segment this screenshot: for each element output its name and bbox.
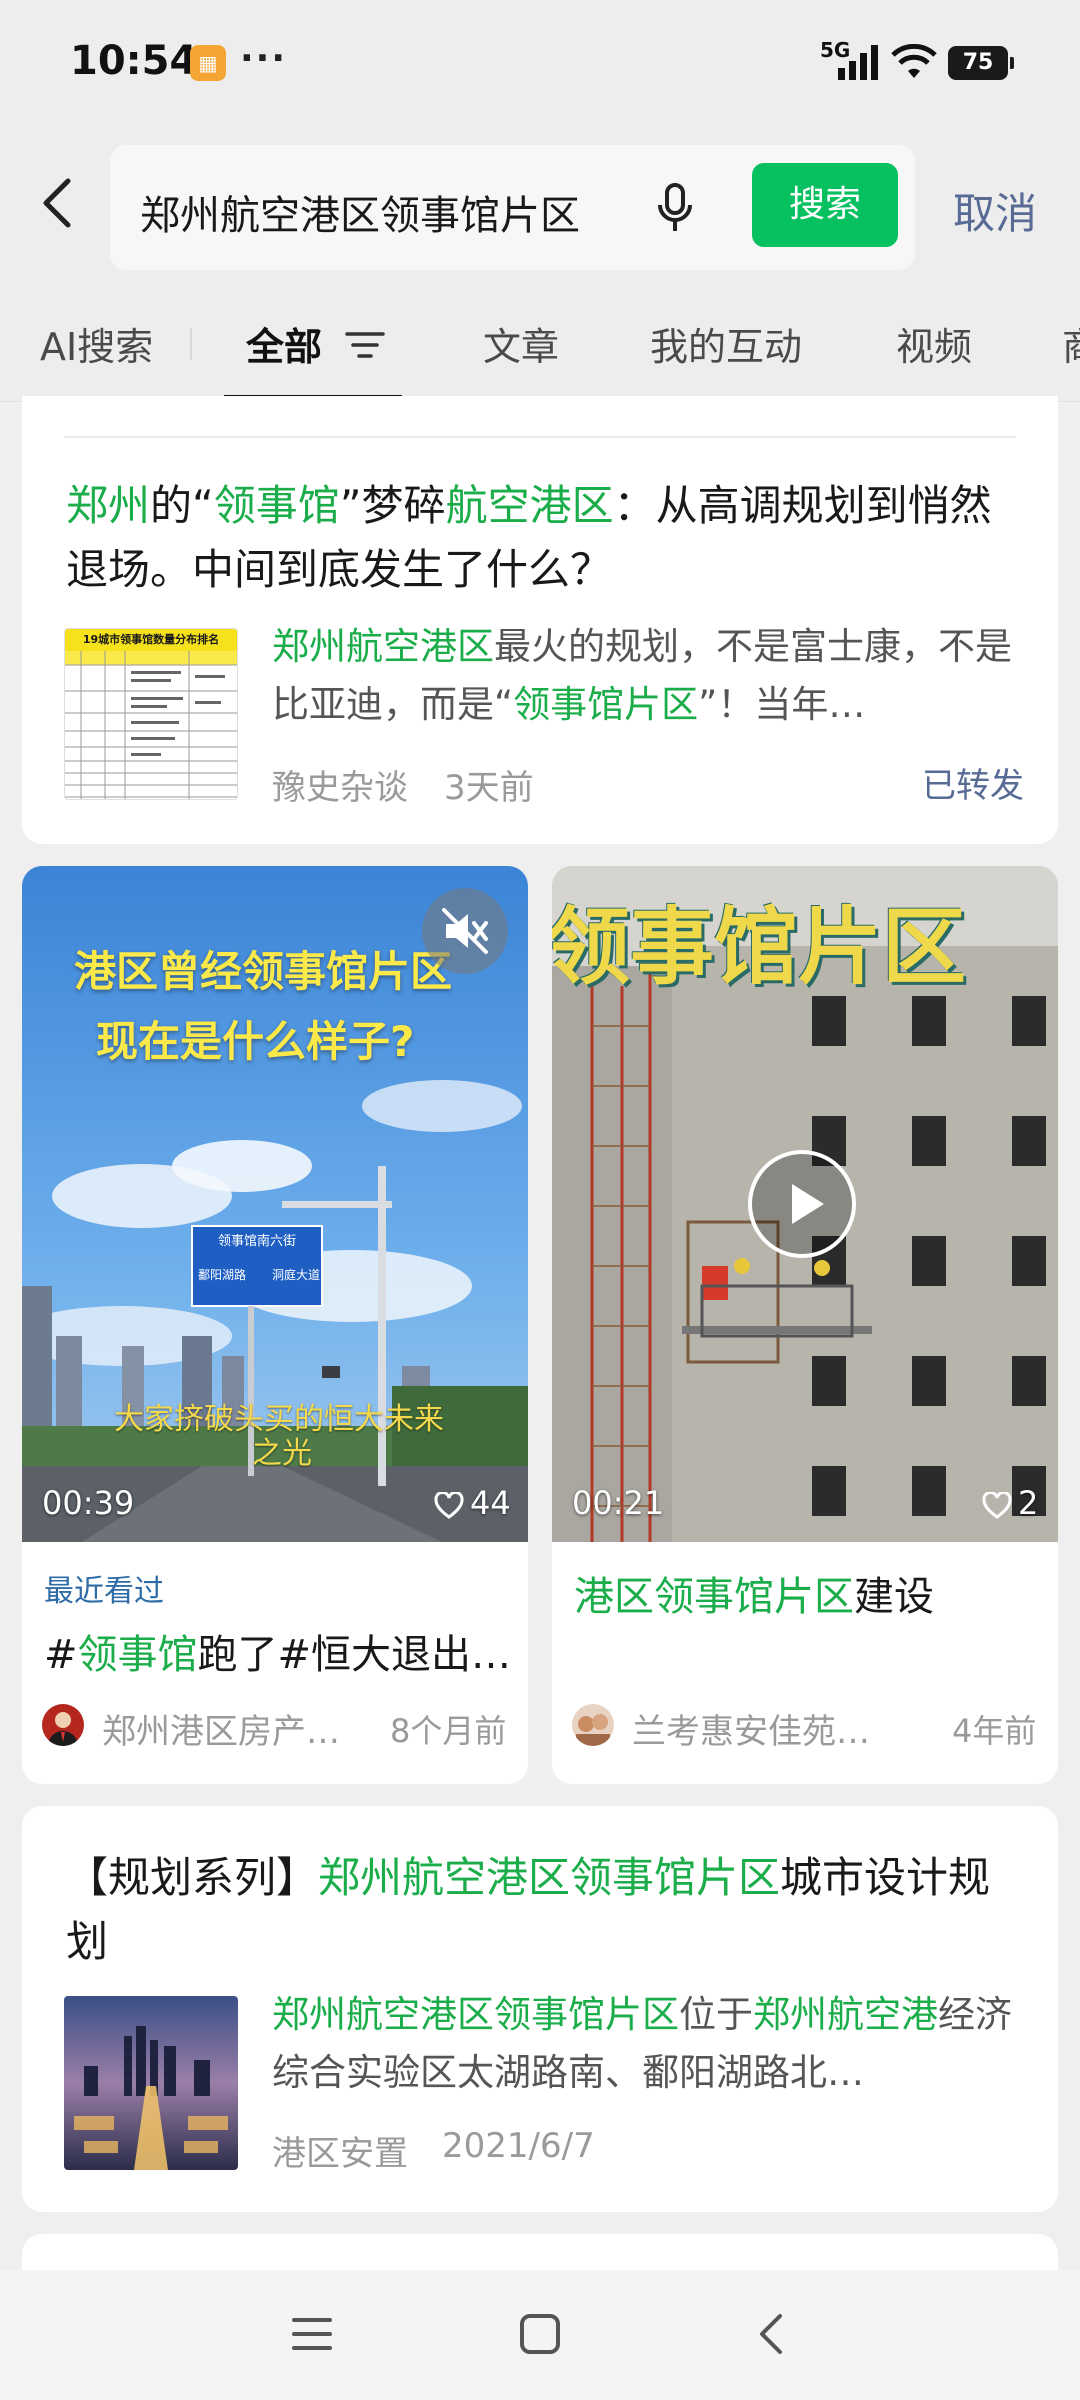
video-sign-right: 洞庭大道 [272,1268,321,1282]
article-card[interactable]: 郑州的“领事馆”梦碎航空港区：从高调规划到悄然退场。中间到底发生了什么？ 19城… [22,396,1058,844]
status-time: 10:54 [70,38,198,84]
avatar-portrait [576,1714,610,1746]
title-highlight: 郑州 [66,481,151,530]
recently-viewed-tag: 最近看过 [44,1574,164,1609]
video-overlay-line1: 港区曾经领事馆片区 [74,947,453,996]
article-card[interactable]: 【规划系列】郑州航空港区领事馆片区城市设计规划 郑州航空港区领事馆片区位于郑州航… [22,1806,1058,2212]
video-thumbnail[interactable]: 领事馆南六街 鄱阳湖路 洞庭大道 港区曾经领事馆片区 现在是什么样子? 大家挤破… [22,866,528,1542]
video-author[interactable]: 郑州港区房产… [102,1704,340,1753]
article-time: 2021/6/7 [442,2126,595,2166]
play-icon [792,1184,824,1224]
article-snippet: 郑州航空港区领事馆片区位于郑州航空港经济综合实验区太湖路南、鄱阳湖路北… [272,1986,1022,2102]
status-bar: 10:54 ▦ ··· 5G 75 [0,0,1080,125]
video-title[interactable]: #领事馆跑了#恒大退出… [44,1622,511,1680]
snippet-highlight: 郑州航空港区 [272,625,494,668]
title-highlight: 领事馆 [213,481,340,530]
title-highlight: 港区领事馆片区 [574,1574,854,1620]
forwarded-status: 已转发 [922,766,1024,806]
video-duration: 00:39 [42,1484,135,1522]
tab-videos[interactable]: 视频 [896,316,972,371]
category-tabs: AI搜索 全部 文章 我的互动 视频 商 [0,280,1080,402]
tab-ai-search[interactable]: AI搜索 [40,316,153,371]
snippet-highlight: 郑州航空港区领事馆片区 [272,1993,679,2036]
signal-icon [838,45,878,80]
article-source: 港区安置 [272,2134,408,2174]
video-duration: 00:21 [572,1484,665,1522]
article-time: 3天前 [444,768,534,808]
city-rendering-image [64,1996,238,2170]
video-sign-left: 鄱阳湖路 [198,1268,247,1282]
snippet-highlight: 领事馆片区 [513,683,699,726]
muted-speaker-icon [442,908,488,954]
article-snippet: 郑州航空港区最火的规划，不是富士康，不是比亚迪，而是“领事馆片区”！当年… [272,618,1012,734]
heart-icon [434,1492,464,1519]
tab-articles[interactable]: 文章 [483,316,559,371]
video-card[interactable]: 领事馆片区 00:21 2 港区领事馆片区建设 兰考惠安佳苑… 4年前 [552,866,1058,1784]
title-text: ”梦碎 [339,481,446,530]
search-query-text[interactable]: 郑州航空港区领事馆片区 [140,183,670,241]
home-icon[interactable] [518,2312,562,2356]
title-highlight: 航空港区 [445,481,614,530]
video-card[interactable]: 领事馆南六街 鄱阳湖路 洞庭大道 港区曾经领事馆片区 现在是什么样子? 大家挤破… [22,866,528,1784]
video-likes: 2 [1018,1484,1039,1522]
video-subtitle-line2: 之光 [252,1436,312,1471]
back-arrow-icon[interactable] [34,173,84,233]
microphone-icon[interactable] [655,183,695,233]
thumbnail-table-lines [65,651,237,799]
title-text: 建设 [854,1574,934,1620]
title-text: # [44,1632,78,1678]
video-thumbnail[interactable]: 领事馆片区 00:21 2 [552,866,1058,1542]
menu-icon[interactable] [290,2312,334,2356]
video-age: 4年前 [952,1712,1037,1750]
tab-more[interactable]: 商 [1062,316,1080,371]
search-button[interactable]: 搜索 [752,163,898,247]
cancel-button[interactable]: 取消 [953,180,1037,241]
battery-indicator: 75 [948,46,1014,80]
tab-all[interactable]: 全部 [246,316,322,371]
video-overlay-line2: 现在是什么样子? [96,1017,415,1066]
more-notifications-icon: ··· [240,38,288,79]
thumbnail-table-header: 19城市领事馆数量分布排名 [65,629,237,651]
title-text: 跑了#恒大退出… [197,1632,512,1678]
article-thumbnail [64,1996,238,2170]
title-text: 的“ [150,481,214,530]
calendar-notification-icon: ▦ [190,45,226,81]
article-source: 豫史杂谈 [272,768,408,808]
heart-icon [982,1492,1012,1519]
title-text: 【规划系列】 [66,1853,319,1902]
video-likes: 44 [470,1484,511,1522]
snippet-text: ”！当年… [698,683,866,726]
author-avatar[interactable] [42,1704,84,1746]
mute-button[interactable] [422,888,508,974]
search-header: 郑州航空港区领事馆片区 搜索 取消 [0,125,1080,280]
snippet-text: 位于 [679,1993,753,2036]
filter-icon[interactable] [345,330,385,360]
tab-my-interactions[interactable]: 我的互动 [650,316,802,371]
back-icon[interactable] [750,2312,794,2356]
author-avatar[interactable] [572,1704,614,1746]
snippet-highlight: 郑州航空港 [753,1993,938,2036]
card-divider [64,436,1016,438]
video-author[interactable]: 兰考惠安佳苑… [632,1704,870,1753]
avatar-portrait [48,1712,78,1746]
play-button[interactable] [748,1150,856,1258]
title-highlight: 郑州航空港区领事馆片区 [318,1853,781,1902]
title-highlight: 领事馆 [77,1632,198,1678]
tab-divider [190,328,192,360]
article-thumbnail: 19城市领事馆数量分布排名 [64,628,238,800]
wifi-icon [891,44,937,78]
video-banner-text: 领事馆片区 [552,898,967,996]
video-age: 8个月前 [390,1712,507,1750]
system-navigation-bar [0,2270,1080,2400]
video-title[interactable]: 港区领事馆片区建设 [574,1564,934,1622]
article-title[interactable]: 【规划系列】郑州航空港区领事馆片区城市设计规划 [66,1846,1026,1974]
video-sign-top: 领事馆南六街 [218,1234,297,1249]
article-title[interactable]: 郑州的“领事馆”梦碎航空港区：从高调规划到悄然退场。中间到底发生了什么？ [66,474,1016,602]
